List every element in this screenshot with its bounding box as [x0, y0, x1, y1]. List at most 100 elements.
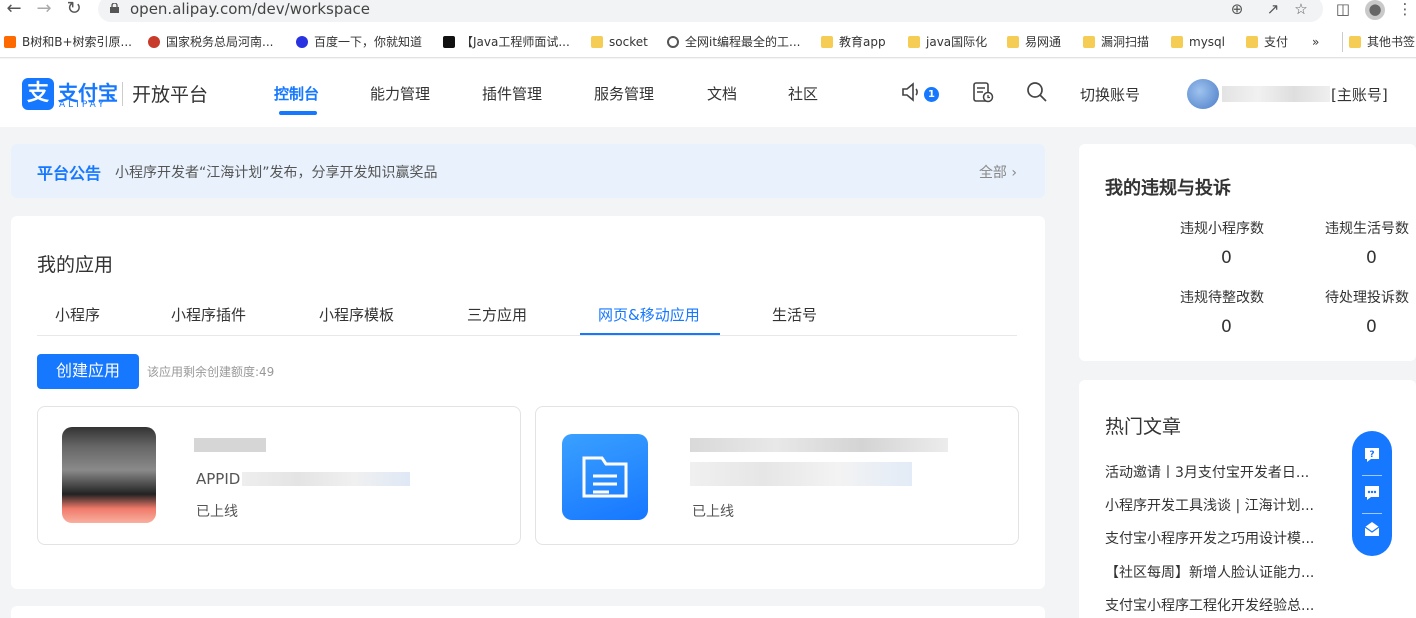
stat-value[interactable]: 0 [1221, 248, 1232, 268]
account-type-label: [主账号] [1331, 86, 1388, 104]
address-bar[interactable]: open.alipay.com/dev/workspace ⊕ ↗ ☆ [98, 0, 1323, 22]
announcement-message[interactable]: 小程序开发者“江海计划”发布，分享开发知识赢奖品 [115, 162, 438, 182]
speaker-icon[interactable] [900, 81, 922, 103]
tab-mini-program[interactable]: 小程序 [55, 304, 100, 325]
switch-account-link[interactable]: 切换账号 [1080, 84, 1140, 105]
forward-icon[interactable]: → [34, 0, 54, 20]
bookmark-item[interactable]: socket [591, 32, 648, 52]
bookmark-item[interactable]: B树和B+树索引原... [4, 32, 132, 52]
zoom-icon[interactable]: ⊕ [1228, 0, 1246, 18]
tab-mini-program-plugin[interactable]: 小程序插件 [171, 304, 246, 325]
stat-label: 违规生活号数 [1325, 221, 1409, 237]
divider [1362, 475, 1382, 476]
bookmark-item[interactable]: java国际化 [908, 32, 987, 52]
nav-plugin[interactable]: 插件管理 [482, 83, 542, 104]
profile-icon[interactable]: ● [1365, 0, 1385, 20]
folder-icon [1246, 36, 1258, 48]
announcement-bar: 平台公告 小程序开发者“江海计划”发布，分享开发知识赢奖品 全部 › [11, 144, 1045, 198]
app-icon-blurred [62, 427, 156, 523]
tab-mini-program-template[interactable]: 小程序模板 [319, 304, 394, 325]
web-app-icon [582, 456, 628, 498]
violations-card: 我的违规与投诉 违规小程序数 0 违规生活号数 0 违规待整改数 0 待处理投诉… [1079, 144, 1416, 361]
stat-label: 待处理投诉数 [1325, 290, 1409, 306]
bookmark-item[interactable]: 教育app [821, 32, 886, 52]
bookmark-item[interactable]: mysql [1171, 32, 1225, 52]
nav-capability[interactable]: 能力管理 [370, 83, 430, 104]
bookmarks-overflow-button[interactable]: » [1312, 32, 1319, 52]
chat-icon[interactable] [1362, 483, 1382, 503]
folder-icon [908, 36, 920, 48]
hot-articles-title: 热门文章 [1105, 416, 1182, 438]
menu-icon[interactable]: ⋮ [1396, 0, 1414, 18]
bookmark-item[interactable]: 全网it编程最全的工... [667, 32, 800, 52]
create-app-button[interactable]: 创建应用 [37, 354, 139, 389]
my-apps-card: 我的应用 小程序 小程序插件 小程序模板 三方应用 网页&移动应用 生活号 创建… [11, 216, 1045, 589]
app-card[interactable]: 已上线 [535, 406, 1019, 545]
url-text: open.alipay.com/dev/workspace [130, 0, 371, 18]
stat-value[interactable]: 0 [1366, 317, 1377, 337]
appid-value-blurred [242, 472, 410, 486]
app-status: 已上线 [196, 504, 238, 520]
avatar[interactable] [1187, 79, 1219, 109]
platform-name: 开放平台 [132, 84, 209, 106]
account-name-blurred [1222, 86, 1330, 102]
next-section-card [11, 606, 1045, 618]
app-name-blurred [690, 438, 948, 452]
nav-community[interactable]: 社区 [788, 83, 818, 104]
article-link[interactable]: 小程序开发工具浅谈 | 江海计划... [1105, 495, 1314, 515]
app-card[interactable]: APPID 已上线 [37, 406, 521, 545]
site-icon [443, 36, 455, 48]
bookmark-item[interactable]: 易网通 [1007, 32, 1061, 52]
bookmark-item[interactable]: 支付 [1246, 32, 1288, 52]
my-apps-title: 我的应用 [37, 254, 114, 276]
divider [1362, 513, 1382, 514]
star-icon[interactable]: ☆ [1292, 0, 1310, 18]
announcement-tag: 平台公告 [37, 164, 102, 183]
nav-service[interactable]: 服务管理 [594, 83, 654, 104]
search-icon[interactable] [1026, 81, 1048, 103]
announcement-all-link[interactable]: 全部 › [979, 162, 1017, 182]
article-link[interactable]: 【社区每周】新增人脸认证能力... [1105, 562, 1314, 582]
stat-label: 违规待整改数 [1180, 290, 1264, 306]
help-question-icon[interactable]: ? [1362, 445, 1382, 465]
tab-life-account[interactable]: 生活号 [772, 304, 817, 325]
feedback-mail-icon[interactable] [1362, 519, 1382, 539]
tab-third-party-app[interactable]: 三方应用 [467, 304, 527, 325]
alipay-logo-icon[interactable]: 支 [22, 78, 54, 110]
stat-value[interactable]: 0 [1366, 248, 1377, 268]
bookmark-item[interactable]: 百度一下，你就知道 [296, 32, 422, 52]
app-header: 支 支付宝 ALIPAY 开放平台 控制台 能力管理 插件管理 服务管理 文档 … [0, 59, 1416, 127]
bookmark-item[interactable]: 其他书签 [1342, 32, 1415, 52]
nav-console[interactable]: 控制台 [274, 83, 319, 104]
floating-help-bar: ? [1352, 431, 1392, 556]
folder-icon [821, 36, 833, 48]
folder-icon [1083, 36, 1095, 48]
share-icon[interactable]: ↗ [1264, 0, 1282, 18]
folder-icon [1171, 36, 1183, 48]
nav-docs[interactable]: 文档 [707, 83, 737, 104]
address-row: ← → ↻ open.alipay.com/dev/workspace ⊕ ↗ … [0, 0, 1416, 22]
article-link[interactable]: 活动邀请丨3月支付宝开发者日... [1105, 462, 1309, 482]
logo-divider [122, 82, 123, 106]
chevron-right-icon: › [1011, 165, 1017, 181]
app-name-blurred [194, 438, 266, 452]
task-list-icon[interactable] [972, 81, 994, 103]
site-icon [4, 36, 16, 48]
app-status: 已上线 [692, 504, 734, 520]
bookmark-item[interactable]: 漏洞扫描 [1083, 32, 1149, 52]
nav-active-indicator [279, 111, 317, 115]
bookmark-item[interactable]: 国家税务总局河南... [148, 32, 273, 52]
logo-subtext: ALIPAY [59, 100, 107, 110]
reload-icon[interactable]: ↻ [64, 0, 84, 20]
back-icon[interactable]: ← [4, 0, 24, 20]
browser-chrome: ← → ↻ open.alipay.com/dev/workspace ⊕ ↗ … [0, 0, 1416, 58]
folder-icon [591, 36, 603, 48]
stat-value[interactable]: 0 [1221, 317, 1232, 337]
folder-icon [1349, 36, 1361, 48]
svg-text:?: ? [1369, 450, 1374, 460]
tab-web-mobile-app[interactable]: 网页&移动应用 [598, 304, 700, 325]
bookmark-item[interactable]: 【Java工程师面试... [443, 32, 570, 52]
article-link[interactable]: 支付宝小程序开发之巧用设计模... [1105, 528, 1314, 548]
article-link[interactable]: 支付宝小程序工程化开发经验总... [1105, 595, 1314, 615]
sidebar-icon[interactable]: ◫ [1334, 0, 1352, 18]
